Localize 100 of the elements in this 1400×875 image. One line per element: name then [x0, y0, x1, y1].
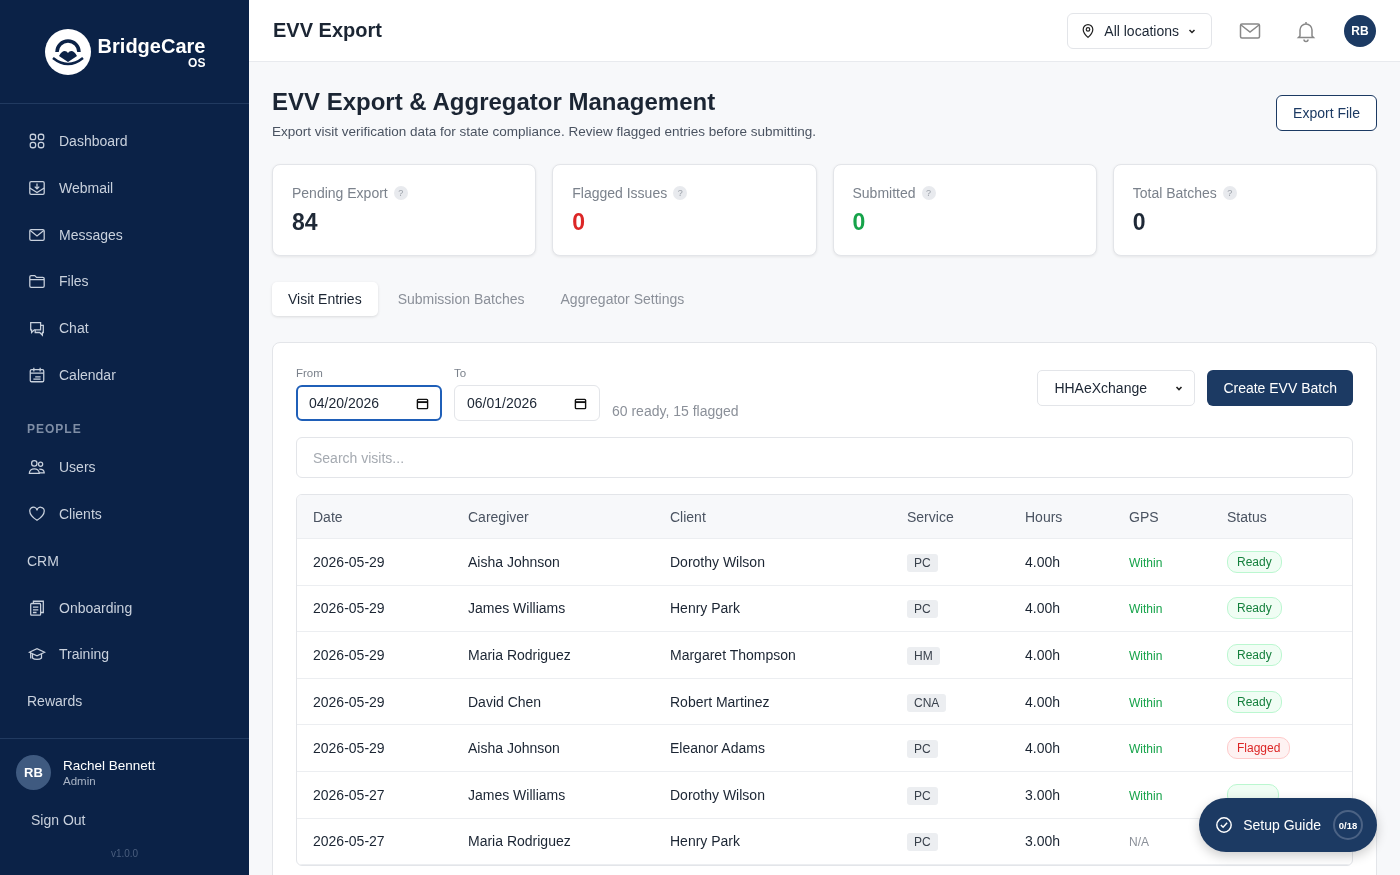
nav-item[interactable]: Webmail — [0, 164, 249, 212]
status-badge: Flagged — [1227, 737, 1291, 760]
user-name: Rachel Bennett — [63, 758, 156, 773]
stat-label: Submitted — [852, 185, 916, 201]
brand-name: BridgeCare — [97, 34, 206, 57]
stat-label: Total Batches — [1132, 185, 1217, 201]
table-cell: 4.00h — [1025, 693, 1061, 710]
aggregator-select[interactable]: HHAeXchange — [1037, 370, 1196, 406]
table-cell: Margaret Thompson — [670, 647, 796, 663]
check-circle-icon — [1215, 816, 1234, 834]
calendar-icon — [574, 396, 587, 410]
field-label: From — [296, 367, 324, 379]
table-cell: 2026-05-29 — [313, 553, 385, 570]
table-cell: Maria Rodriguez — [468, 833, 571, 850]
table-cell: 4.00h — [1025, 740, 1061, 757]
progress-ring: 0/18 — [1333, 810, 1363, 840]
header-title: EVV Export — [273, 19, 382, 42]
users-icon — [28, 458, 46, 477]
calendar-icon — [28, 365, 46, 384]
table-cell: Henry Park — [670, 600, 741, 617]
location-dropdown[interactable]: All locations — [1067, 12, 1212, 49]
search-field[interactable]: Search visits... — [296, 437, 1353, 478]
gps-status: Within — [1129, 555, 1163, 570]
column-header[interactable]: Caregiver — [468, 508, 529, 525]
table-cell: Aisha Johnson — [468, 740, 560, 757]
table-cell: 4.00h — [1025, 600, 1061, 617]
gps-status: Within — [1129, 788, 1163, 803]
folder-icon — [28, 272, 46, 291]
status-badge: Ready — [1227, 597, 1282, 620]
stat-value: 84 — [292, 209, 319, 236]
nav-item[interactable]: Training — [0, 630, 249, 678]
logo-icon — [43, 27, 92, 76]
table-cell: James Williams — [468, 786, 566, 803]
user-role: Admin — [63, 775, 97, 787]
date-field[interactable]: 04/20/2026 — [296, 385, 442, 421]
stat-value: 0 — [572, 209, 587, 236]
service-tag: PC — [907, 833, 938, 852]
version-label: v1.0.0 — [109, 848, 140, 859]
field-label: To — [454, 367, 468, 379]
status-badge: Ready — [1227, 550, 1282, 573]
table-cell: 2026-05-29 — [313, 647, 385, 663]
nav-item[interactable]: Rewards — [0, 677, 249, 725]
gps-status: Within — [1129, 742, 1163, 757]
table-cell: 4.00h — [1025, 553, 1061, 570]
calendar-icon — [416, 396, 429, 410]
date-field[interactable]: 06/01/2026 — [454, 385, 600, 421]
nav-item[interactable]: Clients — [0, 490, 249, 538]
gps-status: Within — [1129, 649, 1163, 663]
nav-item[interactable]: Dashboard — [0, 118, 249, 165]
gps-status: Within — [1129, 695, 1163, 710]
export-file-button[interactable]: Export File — [1276, 95, 1377, 131]
table-cell: Aisha Johnson — [468, 553, 560, 570]
create-batch-button[interactable]: Create EVV Batch — [1207, 370, 1353, 406]
table-cell: 2026-05-29 — [313, 693, 385, 710]
column-header[interactable]: Hours — [1025, 508, 1063, 525]
chat-icon — [28, 319, 46, 338]
table-cell: 2026-05-29 — [313, 740, 385, 757]
table-cell: 3.00h — [1025, 833, 1061, 850]
stat-label: Flagged Issues — [572, 185, 668, 201]
section-heading: PEOPLE — [26, 421, 83, 439]
column-header[interactable]: Service — [907, 508, 954, 525]
tab[interactable]: Visit Entries — [272, 282, 378, 316]
clipboard-icon — [28, 598, 46, 617]
brand-suffix: OS — [188, 56, 206, 69]
nav-item[interactable]: Messages — [0, 211, 249, 259]
page-title: EVV Export & Aggregator Management — [272, 88, 717, 116]
status-badge: Ready — [1227, 644, 1282, 666]
table-cell: 3.00h — [1025, 786, 1061, 803]
column-header[interactable]: Client — [670, 508, 706, 525]
table-cell: 2026-05-27 — [313, 786, 385, 803]
column-header[interactable]: GPS — [1129, 508, 1159, 525]
table-cell: Eleanor Adams — [670, 740, 765, 757]
page-subtitle: Export visit verification data for state compliance. Review flagged entries before submitting. — [272, 124, 816, 139]
service-tag: PC — [907, 553, 938, 572]
stat-value: 0 — [1132, 209, 1147, 236]
entry-summary: 60 ready, 15 flagged — [612, 403, 739, 419]
user-avatar[interactable]: RB — [1344, 14, 1376, 47]
nav-item[interactable]: Chat — [0, 304, 249, 352]
inbox-icon — [28, 179, 46, 198]
grid-icon — [28, 132, 46, 151]
setup-guide-button[interactable]: Setup Guide 0/18 — [1199, 798, 1377, 852]
table-cell: Dorothy Wilson — [670, 553, 765, 570]
service-tag: HM — [907, 647, 940, 665]
service-tag: PC — [907, 786, 938, 805]
sign-out-button[interactable]: Sign Out — [31, 812, 233, 828]
column-header[interactable]: Date — [313, 508, 343, 525]
nav-item[interactable]: Users — [0, 444, 249, 491]
user-avatar[interactable]: RB — [16, 755, 51, 790]
table-cell: 2026-05-27 — [313, 833, 385, 850]
nav-item[interactable]: Onboarding — [0, 584, 249, 631]
gps-status: N/A — [1129, 835, 1149, 850]
table-cell: 4.00h — [1025, 647, 1061, 663]
service-tag: PC — [907, 600, 938, 619]
table-cell: Henry Park — [670, 833, 741, 850]
nav-item[interactable]: Files — [0, 258, 249, 305]
column-header[interactable]: Status — [1227, 508, 1267, 525]
nav-item[interactable]: CRM — [0, 537, 249, 585]
nav-item[interactable]: Calendar — [0, 351, 249, 399]
table-cell: Robert Martinez — [670, 693, 770, 710]
table-cell: Maria Rodriguez — [468, 647, 571, 663]
